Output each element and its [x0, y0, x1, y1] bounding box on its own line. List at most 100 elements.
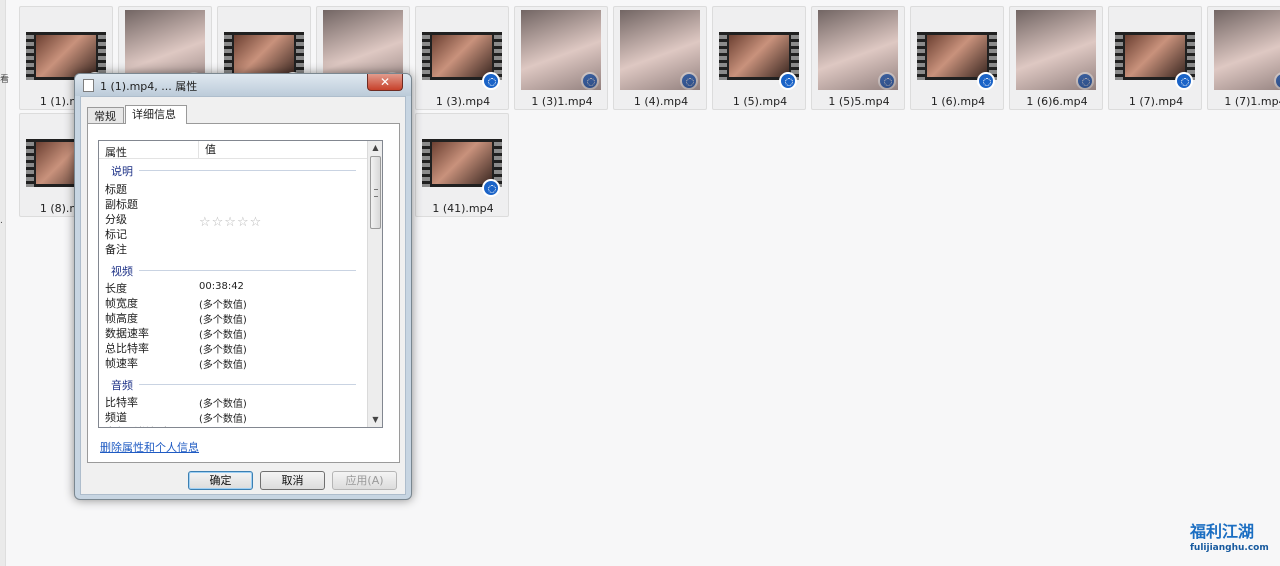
video-frame — [432, 142, 492, 184]
tab-details[interactable]: 详细信息 — [125, 105, 187, 124]
col-property[interactable]: 属性 — [105, 144, 127, 160]
property-name[interactable]: 标题 — [105, 181, 127, 197]
file-tile[interactable]: 1 (6)6.mp4 — [1009, 6, 1103, 110]
ok-button[interactable]: 确定 — [188, 471, 253, 490]
property-value[interactable]: (多个数值) — [199, 356, 247, 371]
file-icon — [83, 79, 94, 92]
group-video: 视频 — [111, 265, 133, 278]
file-tile[interactable]: 1 (6).mp4 — [910, 6, 1004, 110]
media-player-icon — [1274, 72, 1280, 90]
property-list[interactable]: 属性 值 说明 标题 副标题 分级 标记 备注 ☆☆☆☆☆ 视频 长度 00:38:42 帧… — [98, 140, 383, 428]
media-player-icon — [977, 72, 995, 90]
nav-pane-text: 看 — [0, 75, 10, 85]
close-button[interactable]: ✕ — [367, 74, 403, 91]
group-divider — [139, 170, 356, 171]
file-tile[interactable]: 1 (3)1.mp4 — [514, 6, 608, 110]
media-player-icon — [878, 72, 896, 90]
file-name: 1 (5)5.mp4 — [828, 95, 890, 108]
file-tile[interactable]: 1 (4).mp4 — [613, 6, 707, 110]
media-player-icon — [482, 179, 500, 197]
file-tile[interactable]: 1 (7)1.mp4 — [1207, 6, 1280, 110]
property-name[interactable]: 频道 — [105, 409, 127, 425]
file-name: 1 (41).mp4 — [432, 202, 494, 215]
video-frame — [234, 35, 294, 77]
property-value[interactable]: (多个数值) — [199, 296, 247, 311]
video-thumbnail — [917, 10, 997, 90]
group-description: 说明 — [111, 165, 133, 178]
media-player-icon — [482, 72, 500, 90]
tab-general[interactable]: 常规 — [87, 107, 124, 124]
rating-stars[interactable]: ☆☆☆☆☆ — [199, 215, 262, 230]
property-name[interactable]: 帧速率 — [105, 355, 138, 371]
details-panel: 属性 值 说明 标题 副标题 分级 标记 备注 ☆☆☆☆☆ 视频 长度 00:38:42 帧… — [87, 123, 400, 463]
property-name[interactable]: 帧高度 — [105, 310, 138, 326]
watermark-title: 福利江湖 — [1190, 522, 1255, 541]
property-value[interactable]: (多个数值) — [199, 326, 247, 341]
group-divider — [139, 384, 356, 385]
file-tile[interactable]: 1 (5)5.mp4 — [811, 6, 905, 110]
property-name[interactable]: 副标题 — [105, 196, 138, 212]
video-frame — [729, 35, 789, 77]
property-value[interactable]: 00:38:42 — [199, 281, 244, 292]
file-name: 1 (7).mp4 — [1128, 95, 1184, 108]
video-thumbnail — [422, 117, 502, 197]
dialog-titlebar[interactable]: 1 (1).mp4, ... 属性 ✕ — [75, 74, 411, 96]
file-tile[interactable]: 1 (3).mp4 — [415, 6, 509, 110]
photo-thumbnail — [521, 10, 601, 90]
file-name: 1 (4).mp4 — [633, 95, 689, 108]
file-tile[interactable]: 1 (41).mp4 — [415, 113, 509, 217]
scroll-thumb[interactable] — [370, 156, 381, 229]
file-name: 1 (3).mp4 — [435, 95, 491, 108]
property-name[interactable]: 分级 — [105, 211, 127, 227]
property-value[interactable]: (多个数值) — [199, 311, 247, 326]
media-player-icon — [581, 72, 599, 90]
file-tile[interactable]: 1 (7).mp4 — [1108, 6, 1202, 110]
file-name: 1 (3)1.mp4 — [531, 95, 593, 108]
scroll-down-icon[interactable]: ▼ — [369, 413, 382, 427]
property-name[interactable]: 帧宽度 — [105, 295, 138, 311]
property-name[interactable]: 标记 — [105, 226, 127, 242]
property-name[interactable]: 长度 — [105, 280, 127, 296]
property-name[interactable]: 备注 — [105, 241, 127, 257]
watermark-url: fulijianghu.com — [1190, 543, 1269, 553]
photo-thumbnail — [1214, 10, 1280, 90]
video-frame — [927, 35, 987, 77]
list-header: 属性 值 — [99, 141, 367, 159]
video-frame — [1125, 35, 1185, 77]
navigation-pane-edge: 看 . — [0, 0, 10, 566]
cancel-button[interactable]: 取消 — [260, 471, 325, 490]
file-name: 1 (6).mp4 — [930, 95, 986, 108]
property-value[interactable]: (多个数值) — [199, 410, 247, 425]
file-name: 1 (6)6.mp4 — [1026, 95, 1088, 108]
video-frame — [432, 35, 492, 77]
property-value[interactable]: (多个数值) — [199, 425, 247, 427]
file-name: 1 (7)1.mp4 — [1224, 95, 1280, 108]
property-name[interactable]: 数据速率 — [105, 325, 149, 341]
property-name[interactable]: 总比特率 — [105, 340, 149, 356]
property-value[interactable]: (多个数值) — [199, 341, 247, 356]
media-player-icon — [779, 72, 797, 90]
group-divider — [139, 270, 356, 271]
scrollbar[interactable]: ▲ ▼ — [367, 141, 382, 427]
video-thumbnail — [1115, 10, 1195, 90]
photo-thumbnail — [818, 10, 898, 90]
video-thumbnail — [719, 10, 799, 90]
group-audio: 音频 — [111, 379, 133, 392]
nav-pane-dot: . — [0, 216, 3, 226]
photo-thumbnail — [620, 10, 700, 90]
remove-properties-link[interactable]: 删除属性和个人信息 — [100, 439, 199, 455]
apply-button[interactable]: 应用(A) — [332, 471, 397, 490]
property-name[interactable]: 比特率 — [105, 394, 138, 410]
file-tile[interactable]: 1 (5).mp4 — [712, 6, 806, 110]
property-value[interactable]: (多个数值) — [199, 395, 247, 410]
property-name[interactable]: 音频采样频率 — [105, 424, 171, 427]
video-thumbnail — [422, 10, 502, 90]
scroll-up-icon[interactable]: ▲ — [369, 141, 382, 155]
media-player-icon — [1175, 72, 1193, 90]
media-player-icon — [1076, 72, 1094, 90]
dialog-client: 常规 详细信息 属性 值 说明 标题 副标题 分级 标记 备注 ☆☆☆☆☆ 视频 长度 0… — [80, 96, 406, 495]
dialog-title: 1 (1).mp4, ... 属性 — [100, 80, 198, 93]
col-value[interactable]: 值 — [198, 141, 216, 159]
watermark: 福利江湖 fulijianghu.com — [1190, 518, 1276, 560]
media-player-icon — [680, 72, 698, 90]
